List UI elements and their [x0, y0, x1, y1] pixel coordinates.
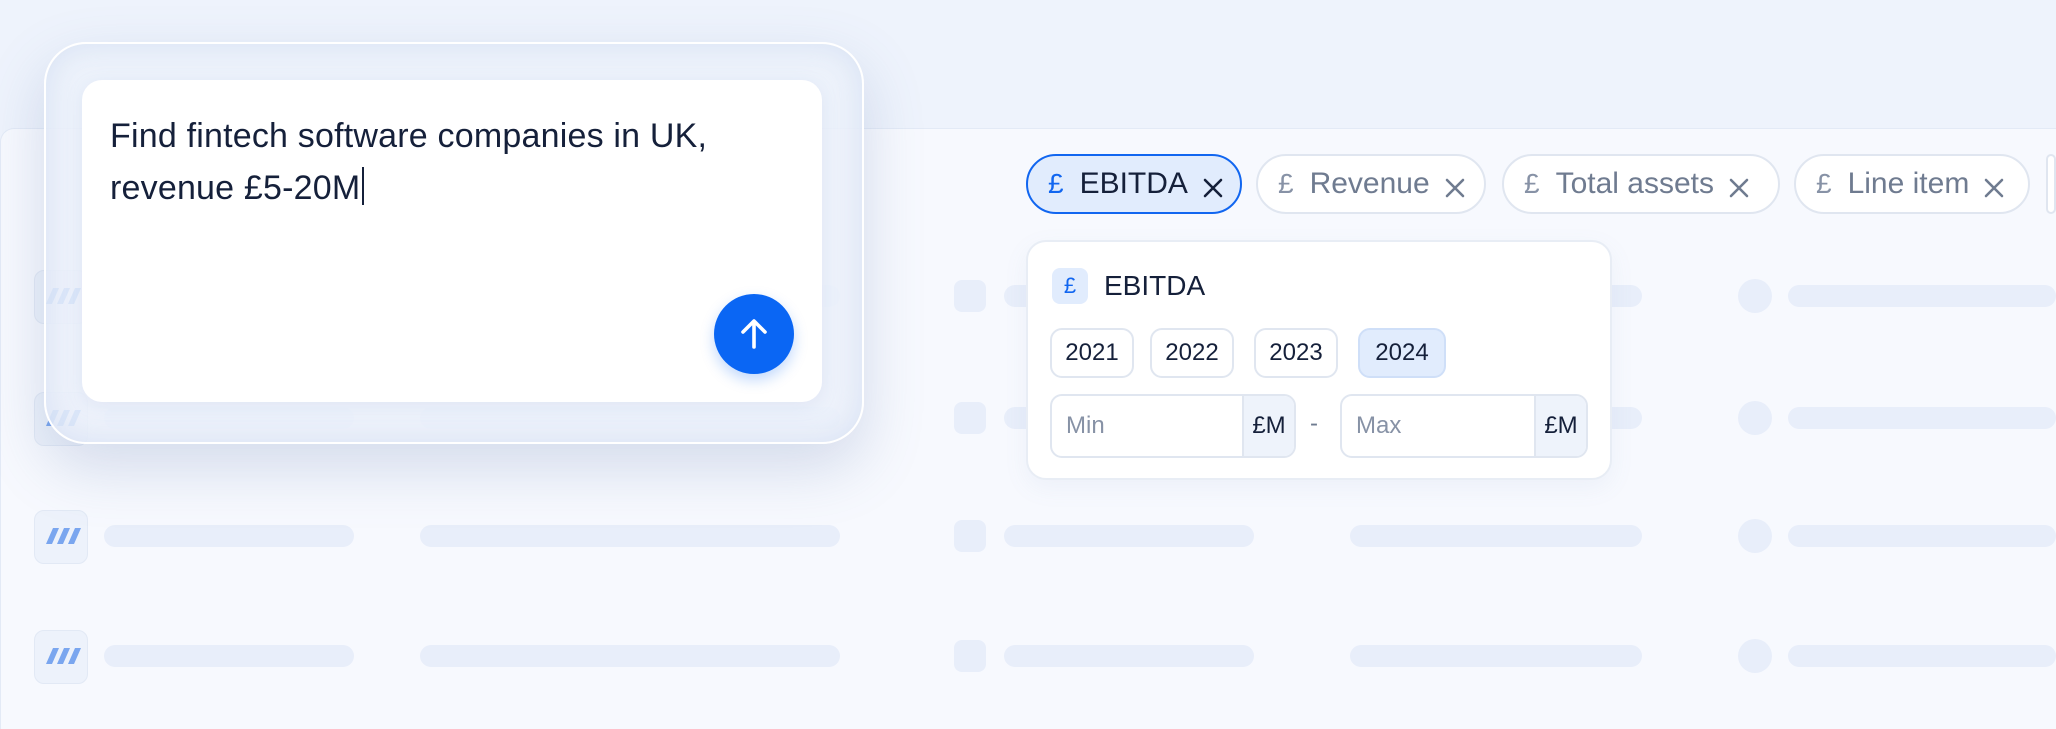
table-row [0, 630, 2056, 684]
company-logo [34, 630, 88, 684]
max-input[interactable] [1342, 396, 1534, 456]
unit-label: £M [1242, 396, 1294, 456]
ebitda-filter-popover: £ EBITDA 2021 2022 2023 2024 £M - £M [1026, 240, 1612, 480]
send-button[interactable] [714, 294, 794, 374]
arrow-up-icon [741, 319, 767, 349]
close-icon[interactable] [1983, 173, 2005, 198]
filter-chip-total-assets[interactable]: £ Total assets [1502, 154, 1780, 214]
stripes-logo-icon [46, 648, 81, 664]
chip-label: Total assets [1555, 167, 1714, 200]
max-range: £M [1340, 394, 1588, 458]
pound-icon: £ [1524, 168, 1540, 199]
year-option-2022[interactable]: 2022 [1150, 328, 1234, 378]
close-icon[interactable] [1444, 173, 1466, 198]
close-icon[interactable] [1728, 173, 1750, 198]
min-range: £M [1050, 394, 1296, 458]
range-separator: - [1310, 410, 1318, 437]
prompt-input[interactable]: Find fintech software companies in UK, r… [110, 110, 770, 214]
chip-label: EBITDA [1079, 167, 1188, 200]
year-option-2024[interactable]: 2024 [1358, 328, 1446, 378]
text-caret [362, 167, 365, 205]
pound-icon: £ [1816, 168, 1832, 199]
filter-chip-overflow[interactable] [2046, 154, 2056, 214]
filter-chip-revenue[interactable]: £ Revenue [1256, 154, 1486, 214]
chip-label: Line item [1847, 167, 1970, 200]
close-icon[interactable] [1202, 173, 1224, 198]
pound-icon: £ [1048, 168, 1064, 199]
chip-label: Revenue [1309, 167, 1430, 200]
min-input[interactable] [1052, 396, 1242, 456]
pound-icon: £ [1052, 268, 1088, 304]
year-option-2021[interactable]: 2021 [1050, 328, 1134, 378]
popover-title: EBITDA [1104, 270, 1206, 301]
prompt-card: Find fintech software companies in UK, r… [82, 80, 822, 402]
stripes-logo-icon [46, 528, 81, 544]
unit-label: £M [1534, 396, 1586, 456]
filter-chip-ebitda[interactable]: £ EBITDA [1026, 154, 1242, 214]
pound-icon: £ [1278, 168, 1294, 199]
prompt-text: Find fintech software companies in UK, r… [110, 117, 708, 207]
filter-chip-line-item[interactable]: £ Line item [1794, 154, 2030, 214]
company-logo [34, 510, 88, 564]
year-option-2023[interactable]: 2023 [1254, 328, 1338, 378]
table-row [0, 510, 2056, 564]
